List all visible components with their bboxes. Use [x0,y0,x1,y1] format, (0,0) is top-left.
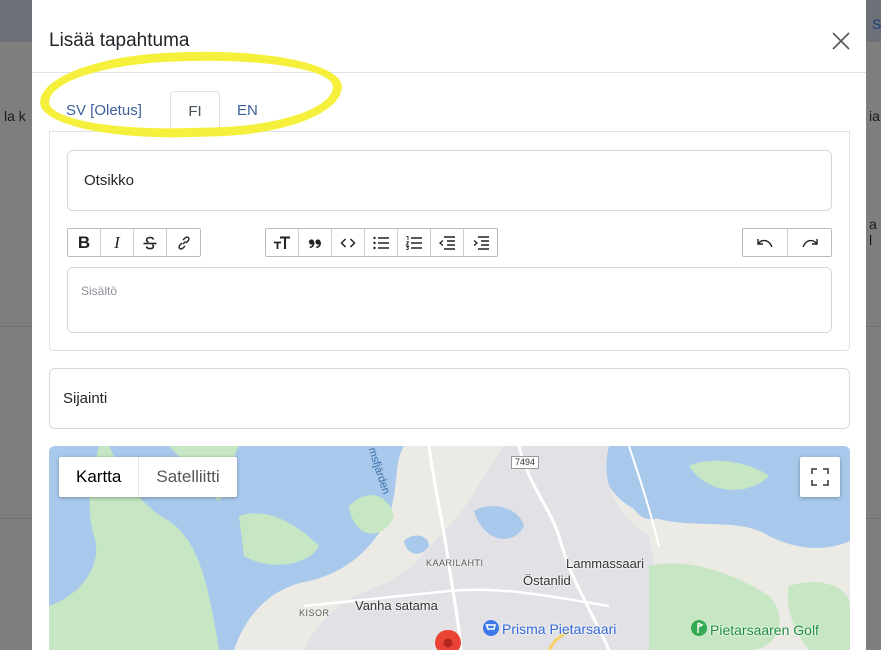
link-button[interactable] [167,229,200,256]
map-label-ostanlid: Östanlid [523,573,571,588]
close-icon [832,32,850,50]
location-input[interactable]: Sijainti [49,368,850,429]
toolbar-group-format: B I [67,228,201,257]
quote-icon [308,238,322,248]
toolbar-group-history [742,228,832,257]
outdent-button[interactable] [431,229,464,256]
map-type-control: Kartta Satelliitti [59,457,237,497]
bullet-list-icon [373,236,389,249]
map[interactable]: Kartta Satelliitti 7494 msfjärden KAARIL… [49,446,850,650]
map-label-golf[interactable]: Pietarsaaren Golf [710,622,819,638]
background-link: S [872,16,881,32]
indent-button[interactable] [464,229,497,256]
title-input[interactable]: Otsikko [67,150,832,211]
modal-title: Lisää tapahtuma [49,30,190,51]
bold-icon: B [77,232,91,252]
map-label-prisma[interactable]: Prisma Pietarsaari [502,621,616,637]
strikethrough-icon [143,236,157,249]
bold-button[interactable]: B [68,229,101,256]
heading-icon [274,236,290,249]
quote-button[interactable] [299,229,332,256]
heading-button[interactable] [266,229,299,256]
map-type-satellite-button[interactable]: Satelliitti [139,457,236,497]
redo-icon [802,238,818,247]
map-label-lammassaari: Lammassaari [566,556,645,571]
bullet-list-button[interactable] [365,229,398,256]
content-placeholder: Sisältö [81,284,118,298]
strikethrough-button[interactable] [134,229,167,256]
background-text: a l [869,216,877,248]
map-type-map-button[interactable]: Kartta [59,457,140,497]
numbered-list-button[interactable] [398,229,431,256]
italic-icon: I [114,232,120,252]
map-label-kaarilahti: KAARILAHTI [426,558,484,568]
fullscreen-button[interactable] [800,457,840,497]
tab-sv[interactable]: SV [Oletus] [66,91,142,132]
content-editor[interactable]: Sisältö [67,267,832,333]
golf-icon[interactable] [691,620,707,636]
map-label-vanha-satama: Vanha satama [355,598,438,613]
outdent-icon [438,235,455,250]
link-icon [177,235,190,250]
background-text: la k [4,108,26,124]
add-event-modal: Lisää tapahtuma SV [Oletus] FI EN Otsikk… [32,0,866,650]
numbered-list-icon [405,235,422,250]
italic-button[interactable]: I [101,229,134,256]
toolbar-group-blocks [265,228,498,257]
tab-fi[interactable]: FI [170,91,220,133]
fullscreen-icon [811,468,829,486]
code-button[interactable] [332,229,365,256]
background-text: ia [869,108,880,124]
tab-en[interactable]: EN [237,91,258,132]
modal-header: Lisää tapahtuma [32,0,866,73]
undo-button[interactable] [743,229,788,256]
language-tabs: SV [Oletus] FI EN [49,91,849,133]
shopping-cart-icon[interactable] [483,620,499,636]
map-label-kisor: KISOR [299,608,330,618]
road-number-badge: 7494 [511,456,540,469]
redo-button[interactable] [788,229,831,256]
code-icon [340,237,356,248]
close-button[interactable] [830,30,852,52]
location-pin-icon[interactable] [433,630,463,650]
undo-icon [757,238,773,247]
indent-icon [473,235,489,250]
